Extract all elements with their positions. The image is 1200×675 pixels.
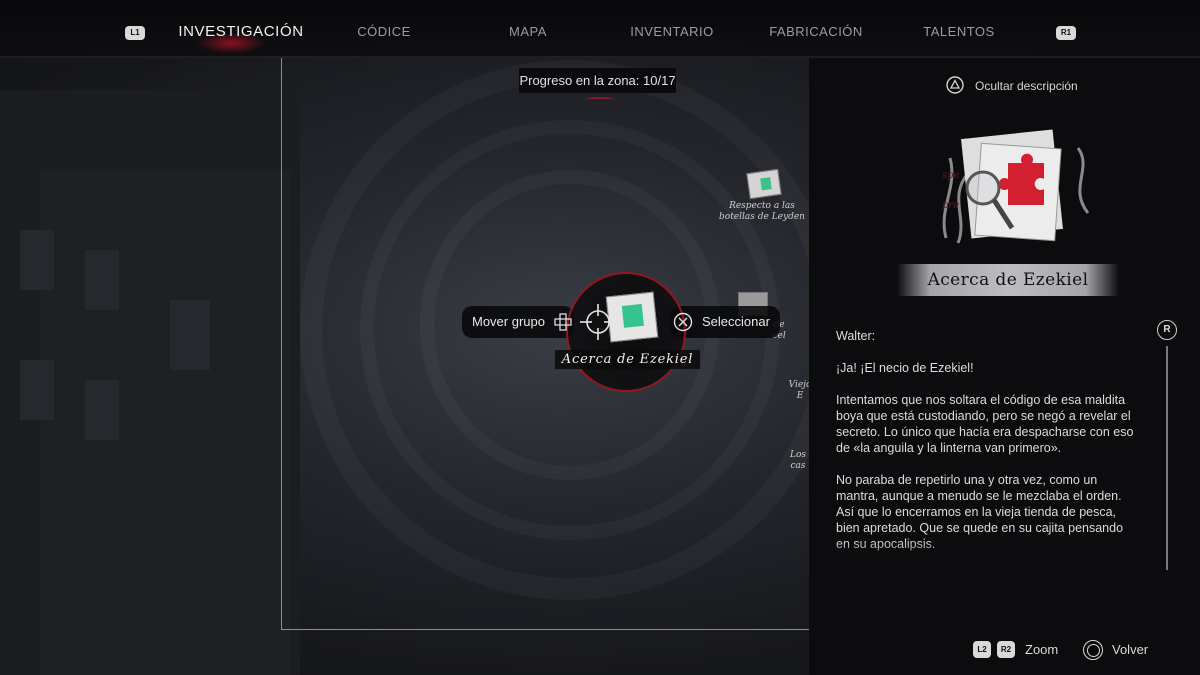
r1-badge[interactable]: R1 — [1056, 26, 1076, 40]
l2-badge[interactable]: L2 — [973, 641, 991, 658]
building-window — [20, 230, 54, 290]
tab-codice[interactable]: CÓDICE — [319, 24, 449, 39]
description-paragraph: Intentamos que nos soltara el código de … — [836, 393, 1134, 455]
building-window — [85, 380, 119, 440]
investigation-board-frame — [281, 58, 810, 630]
l1-badge[interactable]: L1 — [125, 26, 145, 40]
zone-progress: Progreso en la zona: 10/17 — [519, 68, 676, 93]
progress-ornament — [585, 97, 615, 103]
r2-badge[interactable]: R2 — [997, 641, 1015, 658]
circle-button-icon[interactable] — [1083, 640, 1103, 660]
evidence-node-icon[interactable] — [746, 168, 782, 200]
building-window — [20, 360, 54, 420]
tab-fabricacion[interactable]: FABRICACIÓN — [751, 24, 881, 39]
selected-node-label: Acerca de Ezekiel — [555, 350, 700, 369]
cross-button-icon — [673, 312, 693, 332]
building-window — [170, 300, 210, 370]
evidence-node-los[interactable]: Los cas — [786, 450, 810, 472]
triangle-button-icon[interactable] — [946, 76, 964, 94]
entry-description: Walter: ¡Ja! ¡El necio de Ezekiel! Inten… — [836, 328, 1136, 574]
hide-description-button[interactable]: Ocultar descripción — [975, 79, 1078, 93]
right-stick-scroll-icon[interactable]: R — [1157, 320, 1177, 340]
description-scrollbar[interactable] — [1166, 346, 1168, 570]
zoom-label: Zoom — [1025, 642, 1059, 657]
description-paragraph: ¡Ja! ¡El necio de Ezekiel! — [836, 361, 974, 375]
tab-inventario[interactable]: INVENTARIO — [607, 24, 737, 39]
crosshair-cursor-icon — [580, 304, 616, 340]
move-group-label: Mover grupo — [472, 314, 545, 329]
top-navigation: L1 INVESTIGACIÓN CÓDICE MAPA INVENTARIO … — [0, 0, 1200, 58]
building-silhouette — [40, 170, 290, 675]
svg-text:spe: spe — [942, 170, 960, 181]
back-label: Volver — [1112, 642, 1149, 657]
select-label: Seleccionar — [702, 314, 770, 329]
tab-mapa[interactable]: MAPA — [463, 24, 593, 39]
building-window — [85, 250, 119, 310]
evidence-artwork-icon: spe pre — [942, 129, 1090, 244]
description-paragraph: Walter: — [836, 329, 876, 343]
tab-talentos[interactable]: TALENTOS — [894, 24, 1024, 39]
description-paragraph: No paraba de repetirlo una y otra vez, c… — [836, 473, 1124, 551]
tab-investigacion[interactable]: INVESTIGACIÓN — [176, 23, 306, 40]
svg-text:pre: pre — [942, 200, 959, 211]
entry-title: Acerca de Ezekiel — [927, 270, 1089, 290]
evidence-node-leyden[interactable]: Respecto a las botellas de Leyden — [710, 201, 814, 223]
dpad-icon — [554, 313, 572, 331]
